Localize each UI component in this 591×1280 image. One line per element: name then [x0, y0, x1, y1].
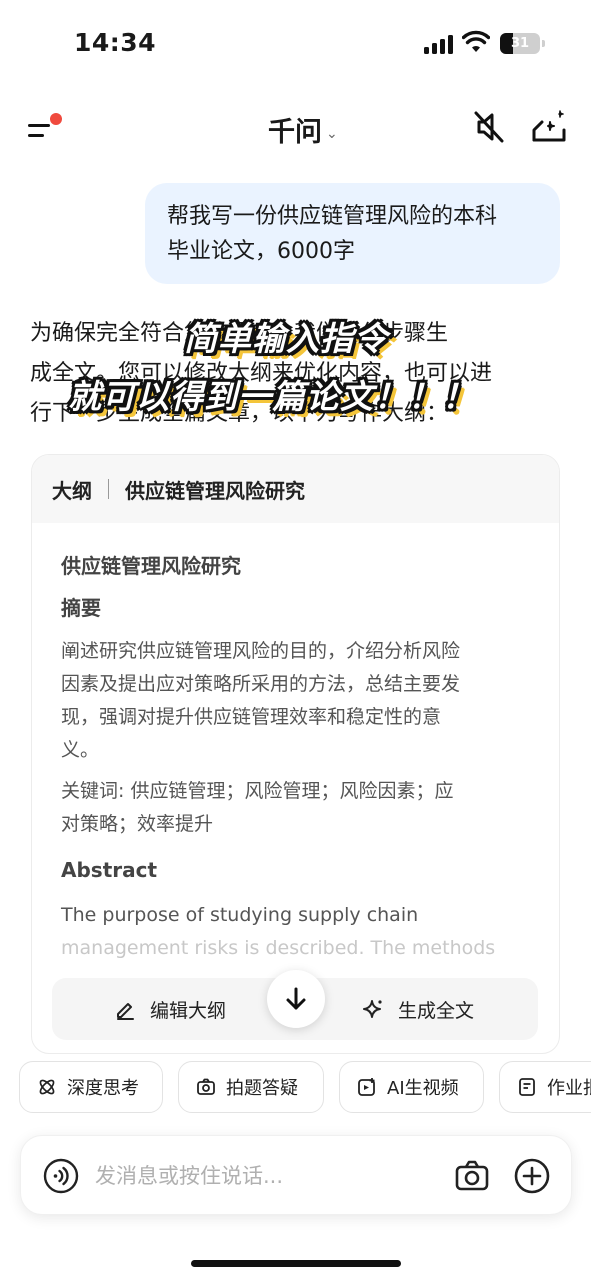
camera-button[interactable] [453, 1157, 491, 1195]
abstract-cn-line: 因素及提出应对策略所采用的方法，总结主要发 [61, 673, 461, 695]
chip-label: 深度思考 [67, 1078, 139, 1099]
mute-button[interactable] [470, 108, 508, 146]
sparkle-new-chat-icon [532, 110, 566, 142]
battery-icon: 31 [500, 33, 545, 54]
pencil-icon [117, 1003, 134, 1020]
abstract-cn-text: 阐述研究供应链管理风险的目的，介绍分析风险 因素及提出应对策略所采用的方法，总结… [61, 635, 530, 767]
chip-homework-grading[interactable]: 作业批改 [499, 1061, 591, 1113]
status-bar: 14:34 31 [0, 0, 591, 90]
divider [108, 479, 109, 499]
new-chat-button[interactable] [530, 108, 570, 146]
message-input-bar [20, 1135, 572, 1215]
sparkle-icon [363, 1000, 382, 1018]
home-indicator [191, 1260, 401, 1267]
keywords-text: 关键词: 供应链管理；风险管理；风险因素；应 对策略；效率提升 [61, 775, 530, 841]
wifi-icon [462, 30, 490, 52]
top-nav: 千问 ⌄ [0, 96, 591, 160]
user-message-bubble: 帮我写一份供应链管理风险的本科 毕业论文，6000字 [145, 183, 560, 284]
quick-action-chips: 深度思考 拍题答疑 AI生视频 作业批改 [19, 1061, 591, 1115]
abstract-en-line-faded: management risks is described. The metho… [61, 937, 496, 959]
abstract-cn-line: 现，强调对提升供应链管理效率和稳定性的意 [61, 706, 442, 728]
abstract-en-label: Abstract [61, 858, 158, 882]
voice-input-button[interactable] [43, 1158, 79, 1194]
chip-label: AI生视频 [387, 1078, 459, 1099]
camera-icon [455, 1160, 489, 1191]
message-input[interactable] [95, 1156, 435, 1196]
overlay-caption-line: 就可以得到一篇论文！！！ [68, 377, 476, 416]
notification-dot [50, 113, 62, 125]
outline-card: 大纲 供应链管理风险研究 供应链管理风险研究 摘要 阐述研究供应链管理风险的目的… [31, 454, 560, 1054]
document-icon [519, 1078, 535, 1096]
abstract-cn-line: 义。 [61, 739, 100, 761]
menu-button[interactable] [26, 112, 66, 148]
edit-outline-button[interactable]: 编辑大纲 [114, 978, 226, 1040]
keywords-line: 关键词: 供应链管理；风险管理；风险因素；应 [61, 780, 454, 802]
keywords-line: 对策略；效率提升 [61, 813, 214, 835]
edit-outline-label: 编辑大纲 [150, 999, 227, 1022]
user-message-line: 帮我写一份供应链管理风险的本科 [167, 204, 498, 229]
scroll-down-button[interactable] [267, 970, 325, 1028]
arrow-down-icon [286, 987, 306, 1010]
battery-level: 31 [510, 36, 530, 51]
app-title: 千问 [268, 117, 322, 148]
video-plus-icon [358, 1078, 375, 1096]
status-time: 14:34 [74, 28, 157, 57]
outline-heading: 供应链管理风险研究 [125, 478, 305, 503]
outline-card-header: 大纲 供应链管理风险研究 [32, 455, 559, 523]
chip-deep-thinking[interactable]: 深度思考 [19, 1061, 163, 1113]
model-selector[interactable]: 千问 ⌄ [268, 110, 338, 149]
speaker-muted-icon [474, 111, 504, 143]
chip-photo-qa[interactable]: 拍题答疑 [178, 1061, 324, 1113]
user-message-line: 毕业论文，6000字 [167, 239, 355, 264]
chip-label: 作业批改 [547, 1078, 591, 1099]
add-attachment-button[interactable] [513, 1157, 551, 1195]
generate-full-text-button[interactable]: 生成全文 [362, 978, 474, 1040]
voice-wave-icon [43, 1158, 79, 1194]
abstract-en-line: The purpose of studying supply chain [61, 904, 419, 926]
outline-card-body: 供应链管理风险研究 摘要 阐述研究供应链管理风险的目的，介绍分析风险 因素及提出… [32, 523, 559, 965]
chip-ai-video[interactable]: AI生视频 [339, 1061, 484, 1113]
camera-icon [197, 1078, 215, 1095]
atom-icon [39, 1079, 55, 1095]
abstract-cn-label: 摘要 [61, 596, 101, 620]
outline-title: 供应链管理风险研究 [61, 554, 241, 578]
plus-circle-icon [514, 1158, 550, 1194]
generate-full-text-label: 生成全文 [398, 999, 475, 1022]
outline-tag: 大纲 [52, 478, 92, 503]
chip-label: 拍题答疑 [226, 1078, 298, 1099]
overlay-caption-line: 简单输入指令 [184, 319, 388, 358]
cellular-signal-icon [424, 34, 454, 54]
abstract-cn-line: 阐述研究供应链管理风险的目的，介绍分析风险 [61, 640, 461, 662]
chevron-down-icon: ⌄ [326, 125, 338, 142]
